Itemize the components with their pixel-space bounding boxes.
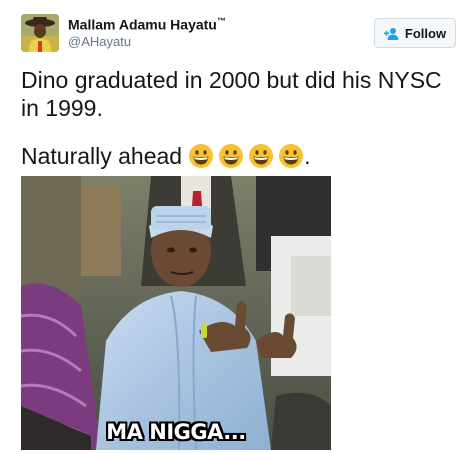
follow-button-label: Follow: [404, 25, 447, 41]
add-user-icon: [383, 27, 399, 40]
tweet-text-line-2-words: Naturally ahead: [21, 143, 183, 169]
trademark-symbol: ™: [216, 16, 226, 26]
tweet-text-line-2: Naturally ahead .: [21, 142, 461, 171]
tweet-media-image[interactable]: MA NIGGA...: [21, 176, 331, 450]
tweet-trailing-period: .: [304, 143, 311, 169]
grinning-face-icon: [189, 143, 214, 168]
tweet-card: Mallam Adamu Hayatu™ @AHayatu Follow Din…: [0, 0, 474, 453]
tweet-text-line-1: Dino graduated in 2000 but did his NYSC …: [21, 67, 442, 121]
meme-caption: MA NIGGA...: [106, 420, 246, 444]
user-handle[interactable]: @AHayatu: [68, 34, 131, 49]
display-name[interactable]: Mallam Adamu Hayatu™: [68, 16, 226, 33]
meme-photo: [21, 176, 331, 450]
emoji-row: [188, 143, 304, 169]
grinning-face-icon: [249, 143, 274, 168]
tweet-text: Dino graduated in 2000 but did his NYSC …: [21, 66, 461, 171]
display-name-text[interactable]: Mallam Adamu Hayatu: [68, 17, 217, 33]
avatar[interactable]: [21, 14, 59, 52]
grinning-face-icon: [279, 143, 304, 168]
grinning-face-icon: [219, 143, 244, 168]
follow-button[interactable]: Follow: [374, 18, 456, 48]
